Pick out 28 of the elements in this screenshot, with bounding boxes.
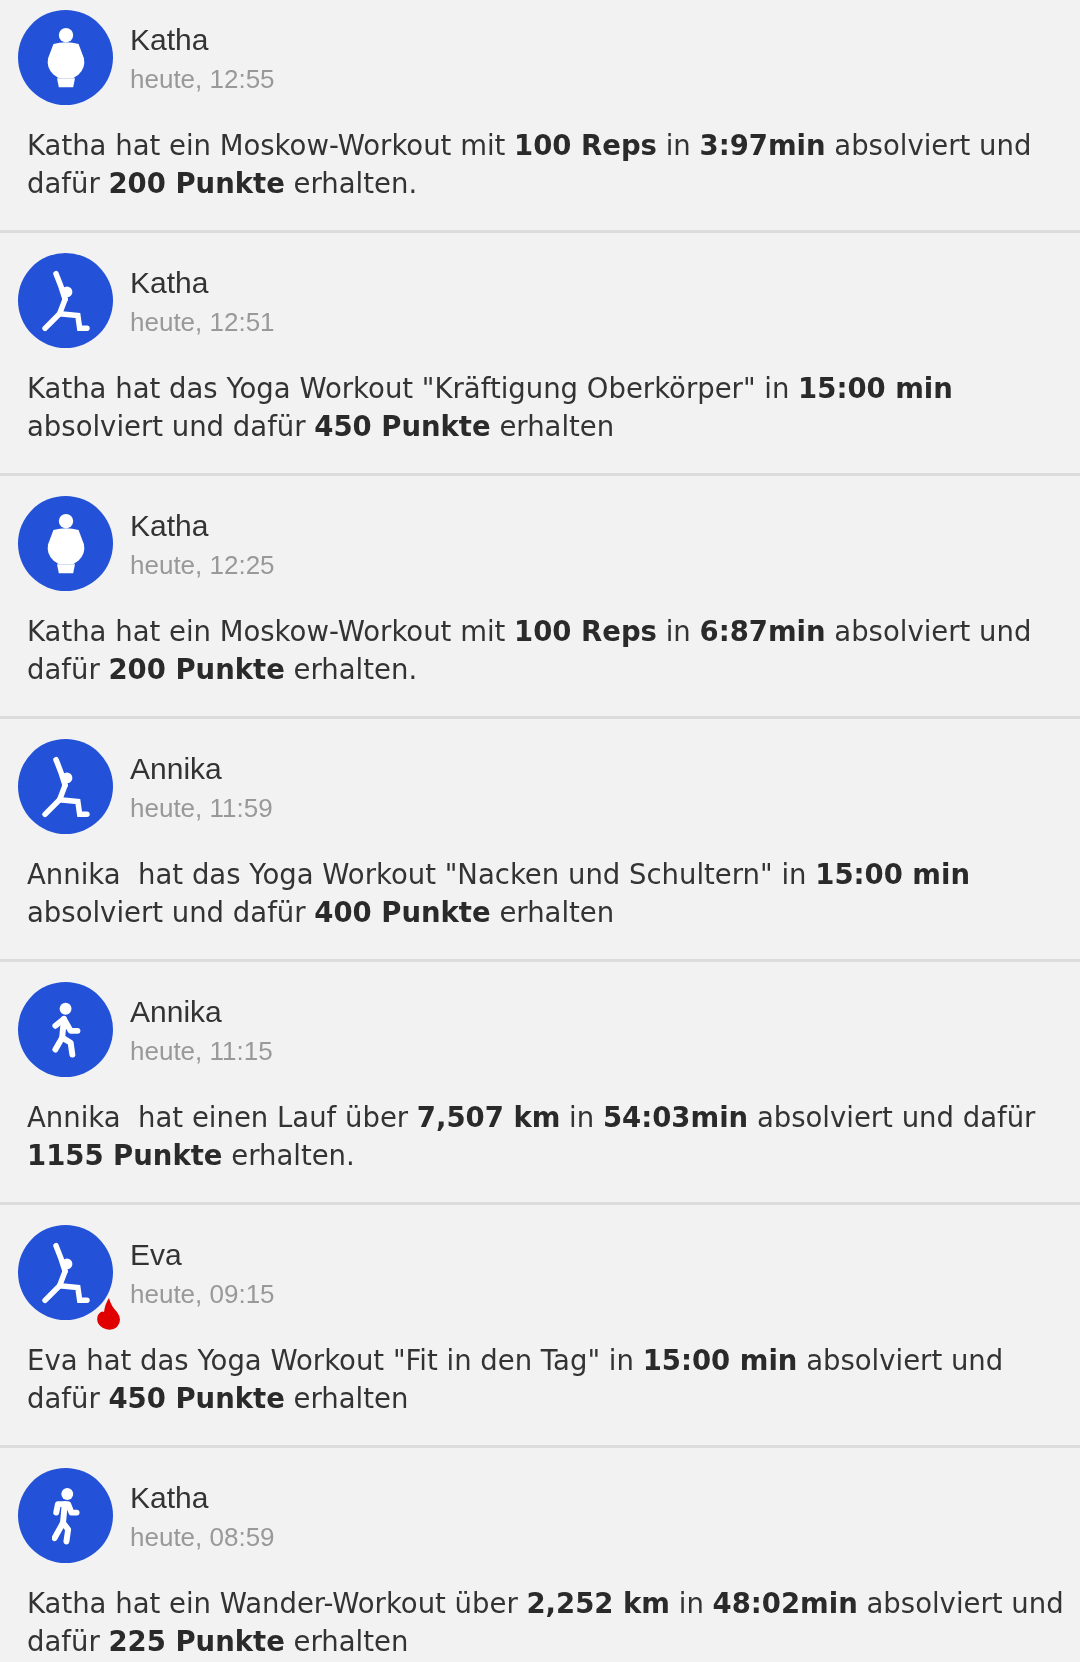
yoga-pose-icon: [40, 1241, 91, 1304]
user-name: Katha: [130, 22, 210, 58]
user-name: Annika: [130, 994, 223, 1030]
timestamp: heute, 11:15: [130, 1035, 273, 1068]
walking-figure-icon: [51, 1486, 80, 1545]
yoga-pose-icon: [40, 269, 91, 332]
user-name: Katha: [130, 508, 210, 544]
running-figure-icon: [50, 1001, 81, 1058]
activity-message: Eva hat das Yoga Workout "Fit in den Tag" in 15:00 min absolviert und dafür 450 Punkte erhalten: [27, 1343, 1005, 1416]
activity-message: Katha hat das Yoga Workout "Kräftigung Oberkörper" in 15:00 min absolviert und dafür 450 Punkte erhalten: [27, 371, 954, 444]
user-name: Eva: [130, 1237, 183, 1273]
timestamp: heute, 11:59: [130, 792, 273, 825]
user-name: Katha: [130, 265, 210, 301]
activity-message: Katha hat ein Moskow-Workout mit 100 Reps in 6:87min absolviert und dafür 200 Punkte erhalten.: [27, 614, 1033, 687]
activity-message: Annika hat einen Lauf über 7,507 km in 54:03min absolviert und dafür 1155 Punkte erhalten.: [27, 1100, 1037, 1173]
activity-message: Annika hat das Yoga Workout "Nacken und Schultern" in 15:00 min absolviert und dafür 400 Punkte erhalten: [27, 857, 972, 930]
bodybuilder-icon: [45, 512, 86, 575]
bodybuilder-icon: [45, 26, 86, 89]
timestamp: heute, 09:15: [130, 1278, 275, 1311]
timestamp: heute, 12:55: [130, 63, 275, 96]
user-name: Katha: [130, 1480, 210, 1516]
activity-message: Katha hat ein Moskow-Workout mit 100 Reps in 3:97min absolviert und dafür 200 Punkte erhalten.: [27, 128, 1033, 201]
user-name: Annika: [130, 751, 223, 787]
yoga-pose-icon: [40, 755, 91, 818]
activity-message: Katha hat ein Wander-Workout über 2,252 km in 48:02min absolviert und dafür 225 Punkte erhalten: [27, 1586, 1064, 1659]
timestamp: heute, 12:25: [130, 549, 275, 582]
timestamp: heute, 12:51: [130, 306, 275, 339]
timestamp: heute, 08:59: [130, 1521, 275, 1554]
